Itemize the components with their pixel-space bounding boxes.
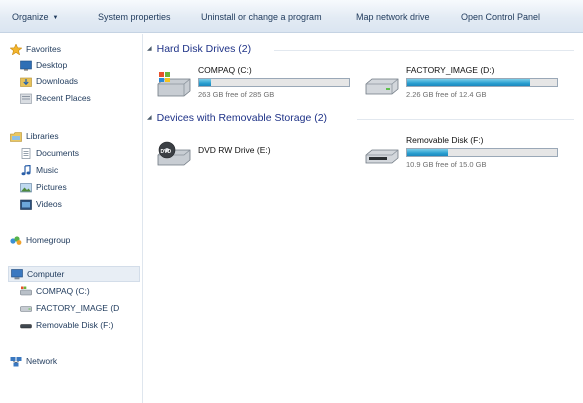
drive-usage-fill [407,79,530,86]
desktop-icon [20,60,32,71]
drive-removable-f[interactable]: Removable Disk (F:) 10.9 GB free of 15.0… [364,135,558,175]
nav-favorites-label: Favorites [26,44,61,54]
drive-usage-bar [406,78,558,87]
collapse-arrow-icon: ◢ [147,46,152,52]
libraries-icon [10,131,22,142]
nav-documents-label: Documents [36,148,79,158]
group-divider [274,50,574,51]
nav-downloads[interactable]: Downloads [20,74,140,89]
nav-homegroup-label: Homegroup [26,235,71,245]
nav-desktop-label: Desktop [36,60,68,70]
documents-icon [20,148,32,159]
open-control-panel-button[interactable]: Open Control Panel [461,10,540,24]
system-properties-button[interactable]: System properties [98,10,171,24]
nav-music-label: Music [36,165,59,175]
nav-videos[interactable]: Videos [20,197,140,212]
collapse-arrow-icon: ◢ [147,115,152,121]
organize-button[interactable]: Organize ▼ [12,10,58,24]
drive-usage-bar [406,148,558,157]
drive-usage-bar [198,78,350,87]
nav-favorites[interactable]: Favorites [10,42,140,57]
network-icon [10,356,22,367]
nav-computer-label: Computer [27,269,65,279]
uninstall-program-button[interactable]: Uninstall or change a program [201,10,322,24]
drive-name: FACTORY_IMAGE (D:) [406,65,495,75]
nav-libraries[interactable]: Libraries [10,129,140,144]
nav-libraries-label: Libraries [26,131,59,141]
drive-name: DVD RW Drive (E:) [198,145,271,155]
drive-free-space: 2.26 GB free of 12.4 GB [406,90,487,99]
group-removable-storage-label: Devices with Removable Storage (2) [156,112,328,124]
nav-videos-label: Videos [36,199,62,209]
chevron-down-icon: ▼ [52,15,59,21]
nav-compaq-drive[interactable]: COMPAQ (C:) [20,284,140,299]
nav-downloads-label: Downloads [36,76,79,86]
nav-compaq-label: COMPAQ (C:) [36,286,90,296]
drive-dvd-rw-e[interactable]: DVD DVD RW Drive (E:) [156,135,341,175]
drive-free-space: 263 GB free of 285 GB [198,90,275,99]
videos-icon [20,199,32,210]
command-bar: Organize ▼ System properties Uninstall or… [0,0,583,33]
nav-removable-disk[interactable]: Removable Disk (F:) [20,318,140,333]
dvd-drive-icon: DVD [156,141,192,167]
drives-view: ◢ Hard Disk Drives (2) COMPAQ (C:) 263 GB… [144,34,583,403]
organize-label: Organize [12,12,49,22]
nav-recent-places[interactable]: Recent Places [20,91,140,106]
pictures-icon [20,182,32,193]
nav-recent-places-label: Recent Places [36,93,91,103]
drive-name: COMPAQ (C:) [198,65,252,75]
recent-places-icon [20,93,32,104]
nav-network-label: Network [26,356,58,366]
system-drive-icon [156,71,192,97]
removable-disk-icon [364,141,400,167]
star-icon [10,43,23,56]
nav-homegroup[interactable]: Homegroup [10,233,140,248]
drive-name: Removable Disk (F:) [406,135,484,145]
nav-desktop[interactable]: Desktop [20,58,140,73]
svg-text:DVD: DVD [161,149,172,155]
map-network-drive-button[interactable]: Map network drive [356,10,430,24]
group-hard-disk-drives-label: Hard Disk Drives (2) [156,43,252,55]
music-note-icon [20,164,32,176]
group-hard-disk-drives[interactable]: ◢ Hard Disk Drives (2) [147,42,251,56]
removable-disk-icon [20,320,32,331]
drive-factory-image-d[interactable]: FACTORY_IMAGE (D:) 2.26 GB free of 12.4 … [364,65,558,105]
nav-pictures-label: Pictures [36,182,67,192]
computer-icon [11,269,23,280]
group-removable-storage[interactable]: ◢ Devices with Removable Storage (2) [147,111,327,125]
homegroup-icon [10,235,22,246]
group-divider [357,119,574,120]
hard-drive-icon [364,71,400,97]
drive-usage-fill [407,149,448,156]
nav-removable-label: Removable Disk (F:) [36,320,114,330]
system-drive-icon [20,286,32,297]
nav-music[interactable]: Music [20,163,140,178]
nav-network[interactable]: Network [10,354,140,369]
hard-drive-icon [20,303,32,314]
nav-factory-image-label: FACTORY_IMAGE (D [36,303,120,313]
nav-documents[interactable]: Documents [20,146,140,161]
nav-computer[interactable]: Computer [8,266,140,282]
navigation-pane: Favorites Desktop Downloads Recent Place… [0,34,143,403]
downloads-folder-icon [20,76,32,87]
drive-free-space: 10.9 GB free of 15.0 GB [406,160,487,169]
drive-compaq-c[interactable]: COMPAQ (C:) 263 GB free of 285 GB [156,65,350,105]
nav-factory-image-drive[interactable]: FACTORY_IMAGE (D [20,301,142,316]
drive-usage-fill [199,79,211,86]
nav-pictures[interactable]: Pictures [20,180,140,195]
